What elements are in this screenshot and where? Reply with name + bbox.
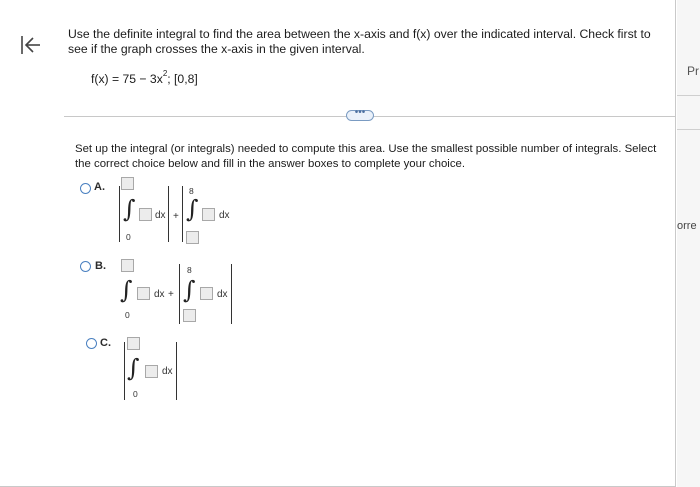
choice-a-plus: + [173,211,179,222]
choice-a-abs-right-1 [168,186,169,242]
choice-c-dx: dx [162,366,173,377]
integral-sign: ∫ [127,354,140,382]
integral-sign: ∫ [123,195,136,223]
right-panel-divider [677,129,700,130]
choice-b-abs-right [231,264,232,324]
choice-a-abs-left-2 [182,186,183,242]
back-arrow-icon[interactable] [18,33,42,57]
integral-sign: ∫ [120,276,133,304]
choice-c-integrand[interactable] [145,365,158,378]
choice-a-dx-1: dx [155,210,166,221]
choice-b-radio[interactable] [80,261,91,272]
choice-b-plus: + [168,289,174,300]
choice-a-abs-left-1 [119,186,120,242]
choice-c-upper-limit[interactable] [127,337,140,350]
choice-b-upper-limit-2: 8 [187,265,192,275]
choice-c-abs-left [124,342,125,400]
choice-b-integrand-1[interactable] [137,287,150,300]
choice-c-lower-limit: 0 [133,389,138,399]
integral-sign: ∫ [183,276,196,304]
formula-suffix: ; [0,8] [167,72,198,87]
choice-a-radio[interactable] [80,183,91,194]
choice-c-radio[interactable] [86,338,97,349]
choice-a-integrand-1[interactable] [139,208,152,221]
right-panel-text: orre [677,220,697,232]
question-text: Use the definite integral to find the ar… [68,27,651,56]
more-options-button[interactable]: ••• [346,107,374,121]
function-formula: f(x) = 75 − 3x2; [0,8] [91,69,198,87]
formula-prefix: f(x) = 75 − 3x [91,72,163,87]
choice-c-abs-right [176,342,177,400]
choice-b-integrand-2[interactable] [200,287,213,300]
choice-a-label: A. [94,181,105,193]
choice-a-dx-2: dx [219,210,230,221]
choice-a-upper-limit-1[interactable] [121,177,134,190]
more-dots-icon: ••• [354,107,366,118]
choice-b-lower-limit-1: 0 [125,310,130,320]
right-side-panel: Pr orre [677,0,700,487]
choice-b-upper-limit-1[interactable] [121,259,134,272]
instructions-text: Set up the integral (or integrals) neede… [75,143,657,170]
choice-b-abs-left [179,264,180,324]
choice-b-dx-1: dx [154,289,165,300]
choice-a-lower-limit-1: 0 [126,232,131,242]
choice-a-lower-limit-2[interactable] [186,231,199,244]
choice-a-integrand-2[interactable] [202,208,215,221]
choice-b-lower-limit-2[interactable] [183,309,196,322]
choice-c-label: C. [100,337,111,349]
right-panel-divider [677,95,700,96]
main-panel: Use the definite integral to find the ar… [0,0,676,487]
integral-sign: ∫ [186,195,199,223]
right-panel-label: Pr [687,64,699,78]
formula-exponent: 2 [162,69,168,78]
choice-b-dx-2: dx [217,289,228,300]
choice-b-label: B. [95,260,106,272]
